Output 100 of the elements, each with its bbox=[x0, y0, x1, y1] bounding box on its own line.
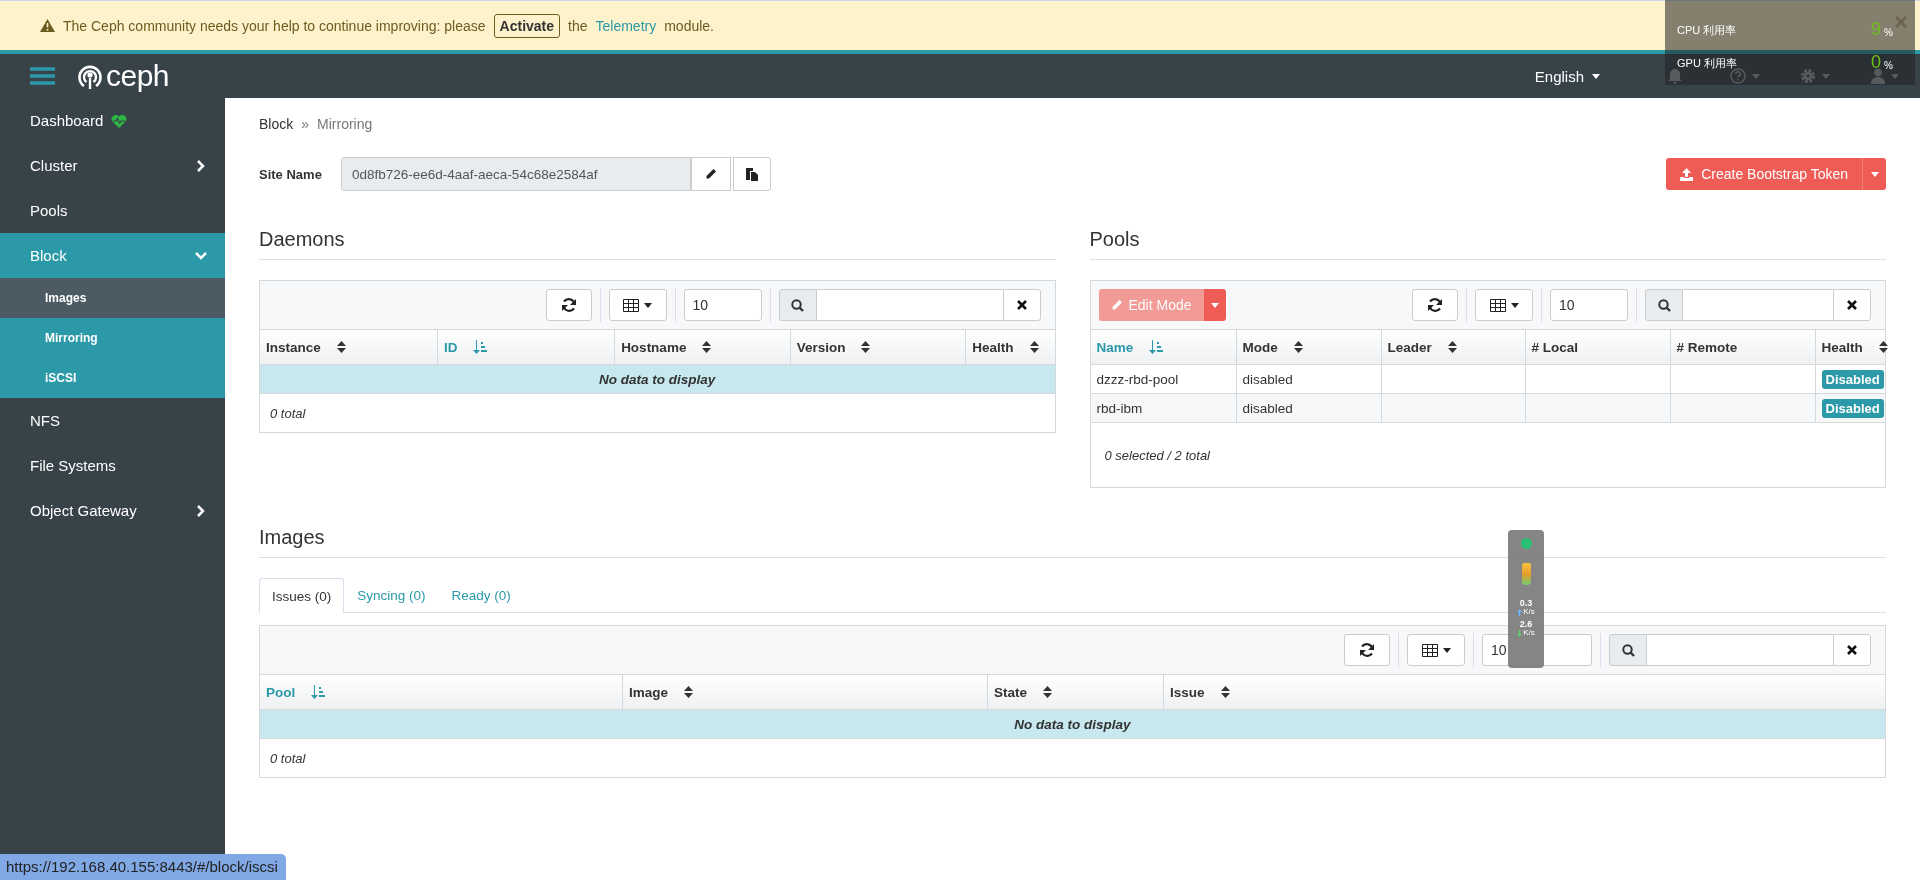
column-label: State bbox=[994, 684, 1027, 700]
speed-unit: K/s bbox=[1523, 629, 1535, 637]
sort-icon[interactable] bbox=[1029, 341, 1039, 353]
metric-label: GPU 利用率 bbox=[1677, 56, 1737, 71]
column-label: Issue bbox=[1170, 684, 1205, 700]
column-label: Pool bbox=[266, 684, 296, 700]
clear-search-button[interactable] bbox=[1833, 289, 1871, 321]
caret-icon bbox=[1752, 73, 1760, 79]
site-name-field[interactable]: 0d8fb726-ee6d-4aaf-aeca-54c68e2584af bbox=[341, 157, 691, 191]
sort-icon[interactable] bbox=[336, 341, 346, 353]
refresh-icon bbox=[1427, 297, 1443, 313]
column-header[interactable]: Health bbox=[966, 330, 1055, 364]
caret-icon bbox=[1210, 302, 1219, 308]
columns-button[interactable] bbox=[1475, 289, 1533, 321]
table-footer: 0 total bbox=[260, 394, 1055, 432]
sidebar-subitem[interactable]: Images bbox=[0, 278, 225, 318]
refresh-button[interactable] bbox=[1344, 634, 1390, 666]
column-header[interactable]: Health bbox=[1815, 330, 1894, 364]
caret-icon bbox=[1442, 647, 1451, 653]
column-label: Health bbox=[972, 339, 1014, 355]
sidebar-item[interactable]: NFS bbox=[0, 398, 225, 443]
caret-icon bbox=[1891, 73, 1899, 79]
speed-unit: K/s bbox=[1523, 608, 1535, 616]
sort-icon[interactable] bbox=[702, 341, 712, 353]
dropdown-toggle[interactable] bbox=[1862, 158, 1886, 190]
activate-button[interactable]: Activate bbox=[493, 13, 561, 38]
column-header[interactable]: Issue bbox=[1164, 675, 1885, 709]
sort-icon[interactable] bbox=[684, 686, 694, 698]
tab[interactable]: Syncing (0) bbox=[344, 578, 439, 612]
column-header[interactable]: Mode bbox=[1236, 330, 1382, 364]
sidebar-item[interactable]: File Systems bbox=[0, 443, 225, 488]
chevron-icon bbox=[195, 249, 207, 262]
clear-search-button[interactable] bbox=[1833, 634, 1871, 666]
caret-icon bbox=[1870, 171, 1879, 177]
metric-value: 9 bbox=[1871, 20, 1882, 38]
language-menu[interactable]: English bbox=[1534, 67, 1600, 85]
sidebar-item[interactable]: Object Gateway bbox=[0, 488, 225, 533]
columns-button[interactable] bbox=[608, 289, 667, 321]
columns-button[interactable] bbox=[1407, 634, 1465, 666]
search-icon bbox=[1621, 643, 1635, 657]
search-icon bbox=[1657, 298, 1671, 312]
table-footer: 0 total bbox=[260, 739, 1885, 777]
edit-button[interactable] bbox=[691, 157, 731, 191]
warning-icon bbox=[40, 19, 55, 32]
refresh-button[interactable] bbox=[545, 289, 592, 321]
sidebar-item[interactable]: Dashboard bbox=[0, 98, 225, 143]
dropdown-toggle[interactable] bbox=[1203, 289, 1226, 321]
sort-ascending-icon[interactable] bbox=[1149, 340, 1164, 354]
download-speed: 2.6 bbox=[1519, 620, 1533, 629]
status-url: https://192.168.40.155:8443/#/block/iscsi bbox=[0, 854, 286, 880]
column-label: # Local bbox=[1531, 339, 1579, 355]
clear-search-button[interactable] bbox=[1002, 289, 1041, 321]
pencil-icon bbox=[1110, 299, 1123, 311]
column-header[interactable]: State bbox=[988, 675, 1164, 709]
refresh-icon bbox=[1359, 642, 1375, 658]
sort-ascending-icon[interactable] bbox=[311, 685, 326, 699]
column-header[interactable]: Version bbox=[790, 330, 967, 364]
sort-icon[interactable] bbox=[1220, 686, 1230, 698]
sort-icon[interactable] bbox=[1293, 341, 1303, 353]
column-label: Hostname bbox=[621, 339, 687, 355]
sidebar-item[interactable]: Pools bbox=[0, 188, 225, 233]
column-header[interactable]: Image bbox=[623, 675, 988, 709]
breadcrumb-separator: » bbox=[301, 116, 310, 132]
sort-ascending-icon[interactable] bbox=[473, 340, 488, 354]
menu-icon[interactable] bbox=[30, 67, 55, 85]
column-label: Name bbox=[1096, 339, 1134, 355]
metric-unit: % bbox=[1884, 60, 1893, 71]
upload-icon bbox=[1680, 167, 1694, 181]
tab[interactable]: Ready (0) bbox=[438, 578, 524, 612]
table-icon bbox=[1421, 643, 1438, 657]
down-arrow-icon bbox=[1517, 629, 1523, 637]
search-field[interactable] bbox=[1683, 289, 1833, 321]
column-header[interactable]: Leader bbox=[1381, 330, 1526, 364]
copy-button[interactable] bbox=[733, 157, 771, 191]
refresh-button[interactable] bbox=[1412, 289, 1458, 321]
breadcrumb-link[interactable]: Block bbox=[259, 116, 294, 132]
search-field[interactable] bbox=[816, 289, 1003, 321]
column-header[interactable]: # Remote bbox=[1670, 330, 1816, 364]
table-cell: dzzz-rbd-pool bbox=[1090, 365, 1237, 393]
page-size-field[interactable]: 10 bbox=[683, 289, 762, 321]
search-field[interactable] bbox=[1647, 634, 1833, 666]
site-name-label: Site Name bbox=[259, 166, 323, 182]
sort-icon[interactable] bbox=[1447, 341, 1457, 353]
sidebar-item[interactable]: Cluster bbox=[0, 143, 225, 188]
tab[interactable]: Issues (0) bbox=[259, 578, 345, 613]
health-badge: Disabled bbox=[1821, 398, 1884, 418]
column-label: Health bbox=[1821, 339, 1863, 355]
column-label: Mode bbox=[1242, 339, 1278, 355]
column-header[interactable]: # Local bbox=[1525, 330, 1671, 364]
column-header[interactable]: Instance bbox=[260, 330, 438, 364]
sort-icon[interactable] bbox=[1878, 341, 1888, 353]
up-arrow-icon bbox=[1517, 608, 1523, 616]
column-header[interactable]: Hostname bbox=[615, 330, 791, 364]
sort-icon[interactable] bbox=[1043, 686, 1052, 698]
table-cell: disabled bbox=[1236, 394, 1382, 422]
close-icon bbox=[1847, 300, 1857, 310]
table-icon bbox=[1489, 298, 1506, 312]
health-badge: Disabled bbox=[1821, 369, 1884, 389]
page-size-field[interactable]: 10 bbox=[1550, 289, 1628, 321]
sort-icon[interactable] bbox=[861, 341, 871, 353]
